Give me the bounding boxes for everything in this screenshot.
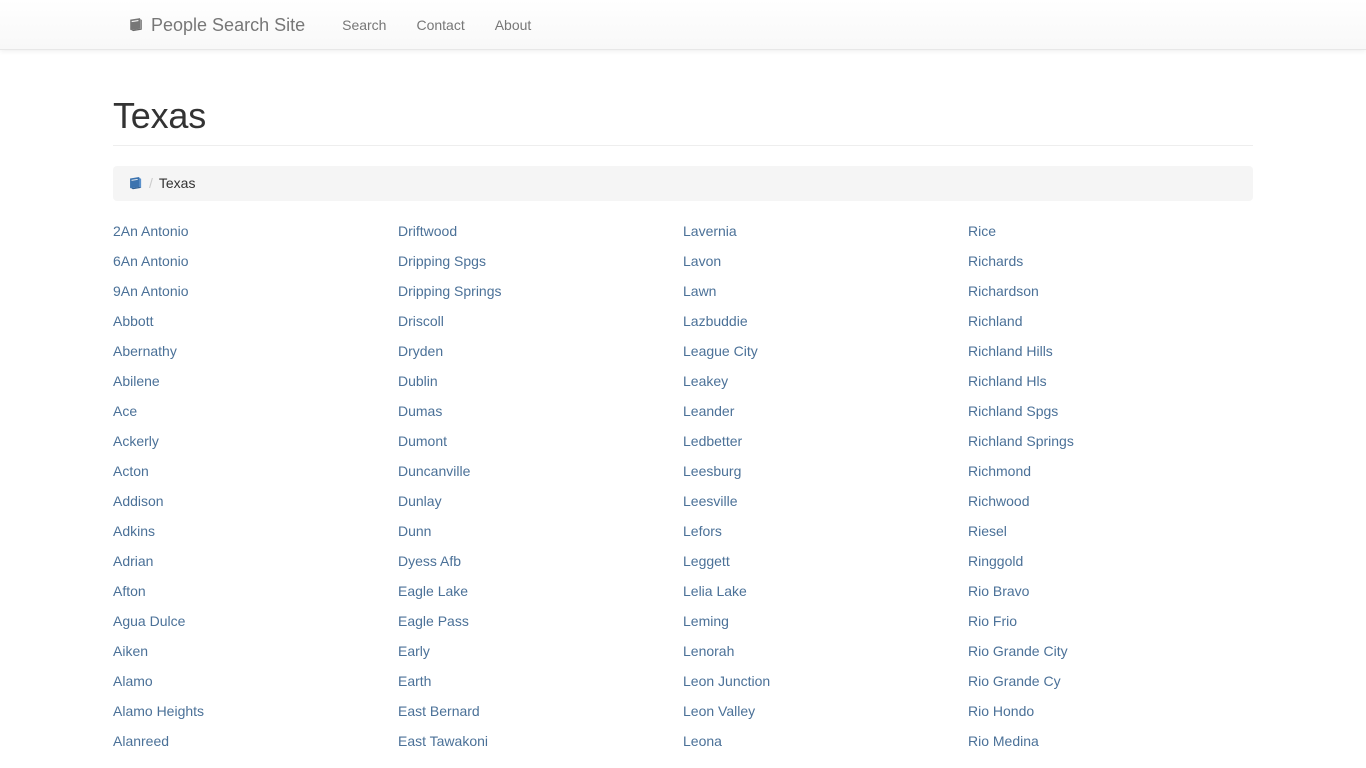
city-link[interactable]: Leakey [683,371,953,391]
city-link[interactable]: Richland [968,311,1238,331]
city-link[interactable]: Rio Frio [968,611,1238,631]
city-column-4: Rice Richards Richardson Richland Richland H… [968,221,1253,761]
city-column-1: 2An Antonio 6An Antonio 9An Antonio Abbott A… [113,221,398,761]
city-link[interactable]: Leesburg [683,461,953,481]
city-link[interactable]: Agua Dulce [113,611,383,631]
city-link[interactable]: Adrian [113,551,383,571]
city-link[interactable]: Rice [968,221,1238,241]
city-link[interactable]: 2An Antonio [113,221,383,241]
city-link[interactable]: Leander [683,401,953,421]
city-link[interactable]: Leon Valley [683,701,953,721]
city-column-3: Lavernia Lavon Lawn Lazbuddie League City Lea… [683,221,968,761]
city-link[interactable]: Dumont [398,431,668,451]
city-link[interactable]: Leming [683,611,953,631]
city-link[interactable]: Aiken [113,641,383,661]
nav-link-contact[interactable]: Contact [401,0,479,50]
city-link[interactable]: Abernathy [113,341,383,361]
city-link[interactable]: League City [683,341,953,361]
city-link[interactable]: Eagle Lake [398,581,668,601]
city-link[interactable]: Richmond [968,461,1238,481]
page-title: Texas [113,95,207,136]
city-link[interactable]: Leggett [683,551,953,571]
city-link[interactable]: Ledbetter [683,431,953,451]
nav-link-search[interactable]: Search [327,0,401,50]
nav-item-search: Search [327,0,401,50]
city-link[interactable]: Richardson [968,281,1238,301]
city-link[interactable]: Afton [113,581,383,601]
city-link[interactable]: Dublin [398,371,668,391]
city-link[interactable]: 9An Antonio [113,281,383,301]
city-link-grid: 2An Antonio 6An Antonio 9An Antonio Abbott A… [113,221,1253,761]
city-link[interactable]: Dryden [398,341,668,361]
city-link[interactable]: Richland Hls [968,371,1238,391]
breadcrumb-current: Texas [158,175,196,192]
city-link[interactable]: Alamo Heights [113,701,383,721]
city-link[interactable]: Lavon [683,251,953,271]
city-link[interactable]: Alamo [113,671,383,691]
city-link[interactable]: Ace [113,401,383,421]
city-link[interactable]: Ringgold [968,551,1238,571]
city-link[interactable]: Lenorah [683,641,953,661]
city-link[interactable]: Abilene [113,371,383,391]
city-link[interactable]: Driscoll [398,311,668,331]
city-link[interactable]: Early [398,641,668,661]
breadcrumb-book-icon[interactable] [128,176,143,191]
city-link[interactable]: Leesville [683,491,953,511]
city-link[interactable]: Dunlay [398,491,668,511]
nav-link-about[interactable]: About [480,0,547,50]
city-link[interactable]: Duncanville [398,461,668,481]
city-link[interactable]: Adkins [113,521,383,541]
city-link[interactable]: Lawn [683,281,953,301]
book-icon [128,17,144,33]
city-link[interactable]: Richards [968,251,1238,271]
city-link[interactable]: Lazbuddie [683,311,953,331]
city-link[interactable]: East Bernard [398,701,668,721]
navbar-links: Search Contact About [327,0,546,50]
city-link[interactable]: Earth [398,671,668,691]
city-link[interactable]: Rio Medina [968,731,1238,751]
city-link[interactable]: Abbott [113,311,383,331]
city-link[interactable]: Lefors [683,521,953,541]
city-link[interactable]: Dunn [398,521,668,541]
breadcrumb-home[interactable] [128,176,143,191]
city-link[interactable]: Rio Grande Cy [968,671,1238,691]
city-link[interactable]: Eagle Pass [398,611,668,631]
main-container: Texas / Texas 2An Antonio 6An Antonio 9An … [98,96,1268,761]
city-link[interactable]: Leona [683,731,953,751]
city-link[interactable]: 6An Antonio [113,251,383,271]
city-link[interactable]: Rio Hondo [968,701,1238,721]
city-link[interactable]: Addison [113,491,383,511]
city-link[interactable]: Richland Spgs [968,401,1238,421]
brand-link[interactable]: People Search Site [128,15,305,35]
city-link[interactable]: Leon Junction [683,671,953,691]
city-link[interactable]: Acton [113,461,383,481]
navbar-inner: People Search Site Search Contact About [113,0,1253,50]
city-link[interactable]: Ackerly [113,431,383,451]
breadcrumb: / Texas [113,165,1253,201]
nav-item-about: About [480,0,547,50]
city-link[interactable]: Driftwood [398,221,668,241]
city-link[interactable]: Lavernia [683,221,953,241]
city-column-2: Driftwood Dripping Spgs Dripping Springs Dr… [398,221,683,761]
city-link[interactable]: Dumas [398,401,668,421]
city-link[interactable]: Richland Hills [968,341,1238,361]
city-link[interactable]: Rio Grande City [968,641,1238,661]
city-link[interactable]: Richwood [968,491,1238,511]
city-link[interactable]: Richland Springs [968,431,1238,451]
nav-item-contact: Contact [401,0,479,50]
breadcrumb-separator: / [149,175,153,192]
page-header: Texas [113,96,1253,146]
city-link[interactable]: Rio Bravo [968,581,1238,601]
city-link[interactable]: Dripping Spgs [398,251,668,271]
city-link[interactable]: Lelia Lake [683,581,953,601]
top-navbar: People Search Site Search Contact About [0,0,1366,50]
city-link[interactable]: Riesel [968,521,1238,541]
city-link[interactable]: Alanreed [113,731,383,751]
city-link[interactable]: Dripping Springs [398,281,668,301]
city-link[interactable]: Dyess Afb [398,551,668,571]
city-link[interactable]: East Tawakoni [398,731,668,751]
brand-label: People Search Site [151,15,306,35]
